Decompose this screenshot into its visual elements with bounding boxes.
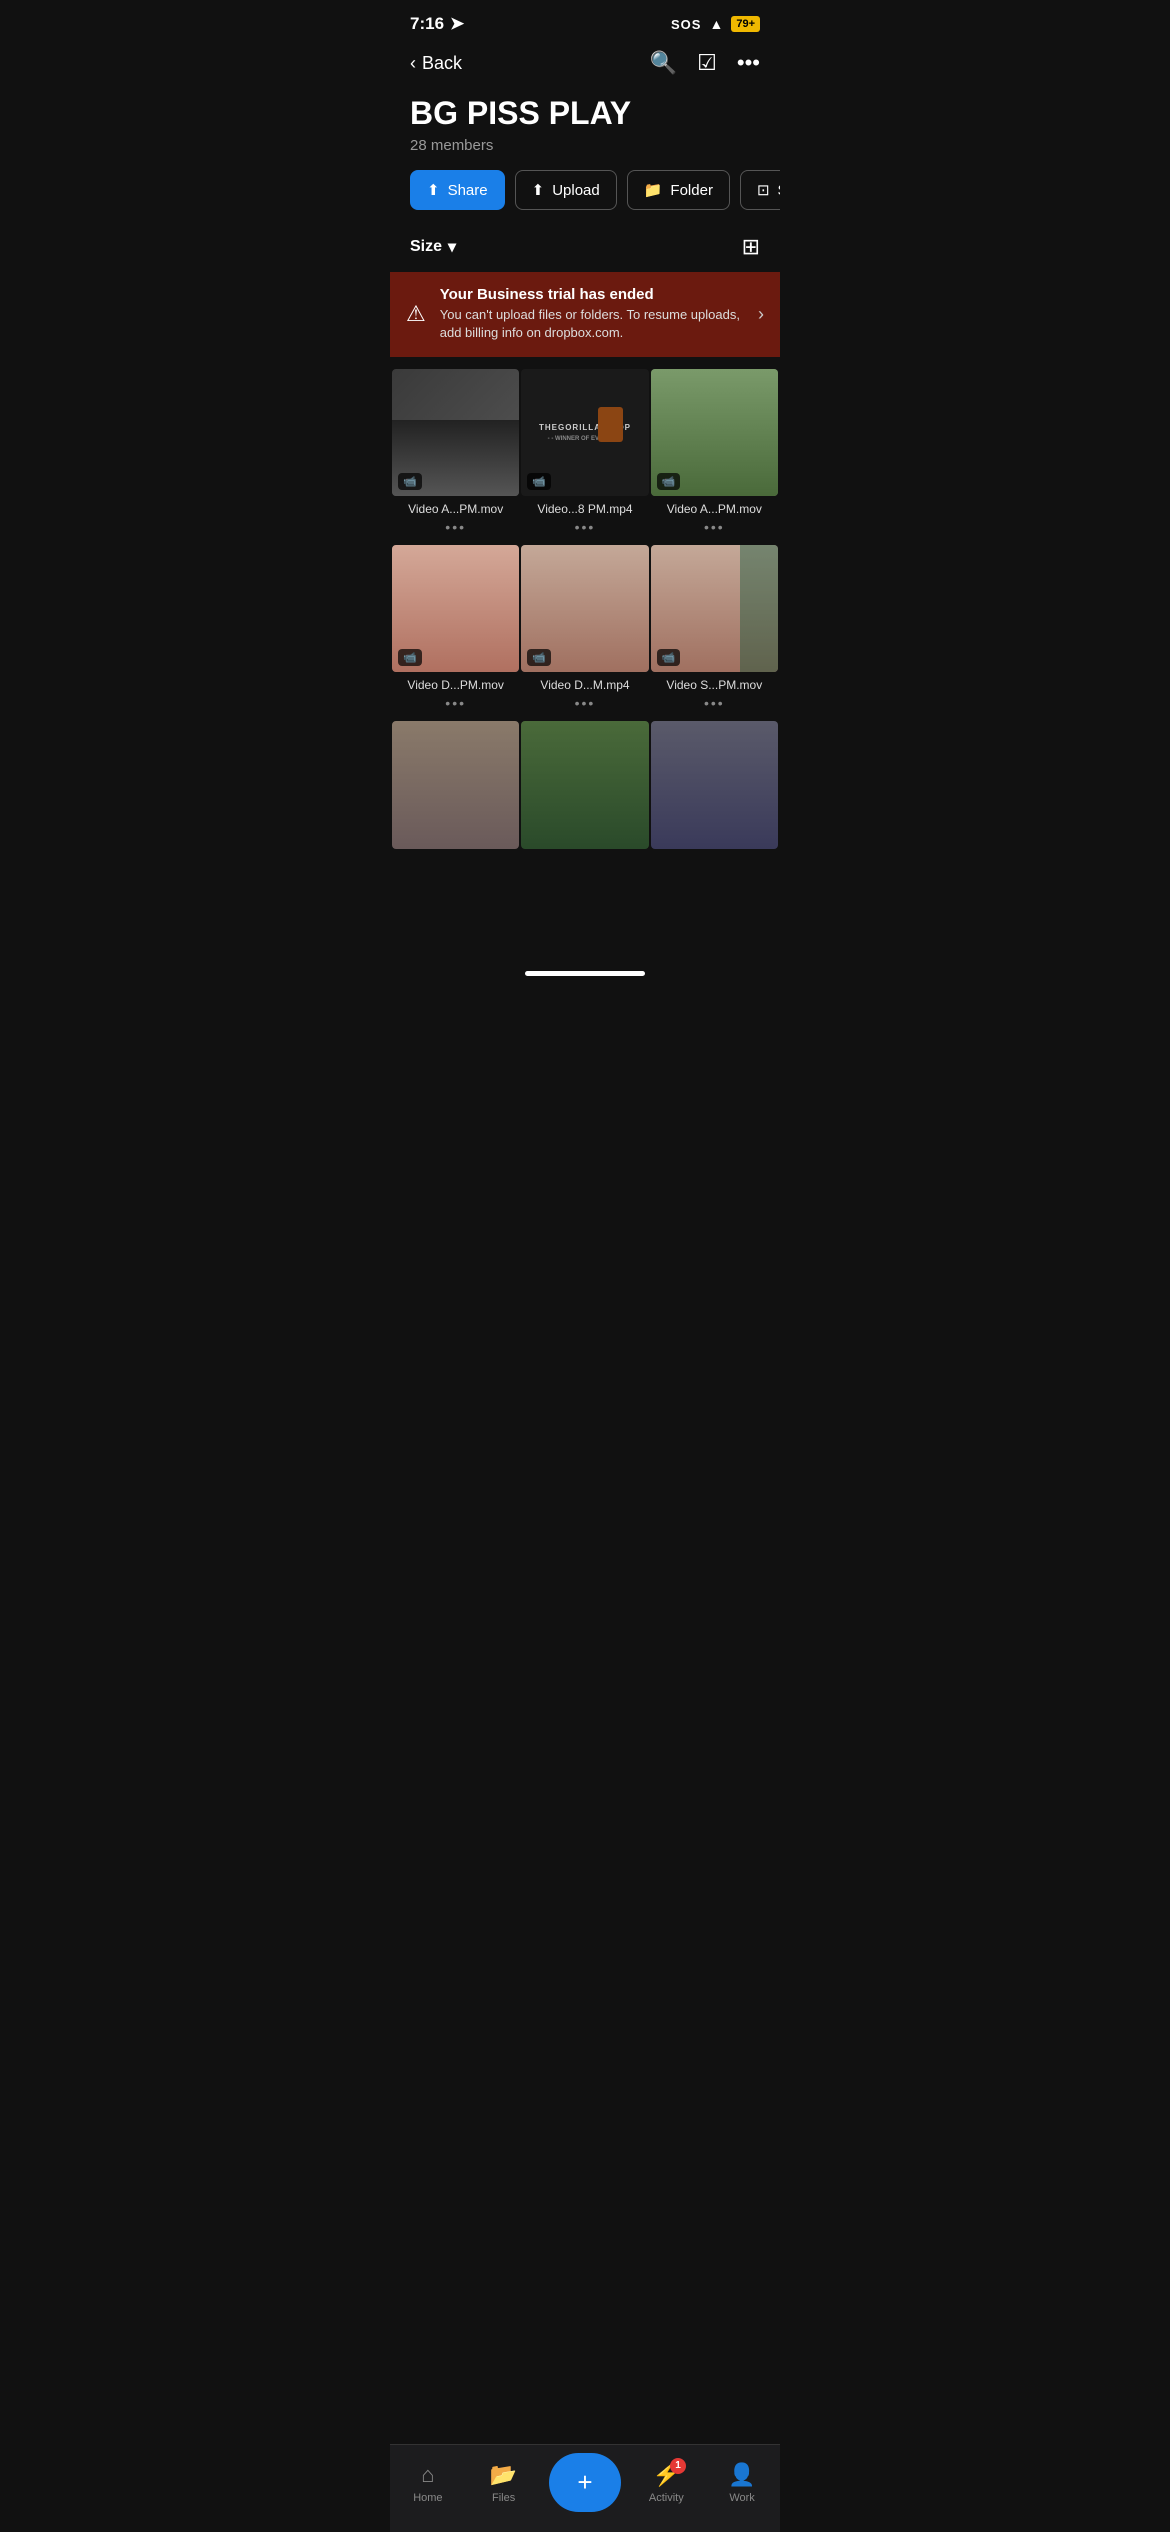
member-count: 28 members bbox=[410, 137, 760, 154]
file-item[interactable] bbox=[521, 721, 648, 862]
folder-icon: 📁 bbox=[644, 181, 663, 199]
tab-bar: ⌂ Home 📂 Files + ⚡ 1 Activity 👤 Work bbox=[390, 2444, 780, 2532]
file-item[interactable] bbox=[651, 721, 778, 862]
file-more-button[interactable]: ••• bbox=[445, 695, 466, 711]
home-indicator bbox=[390, 971, 780, 1005]
file-item[interactable]: 📹 Video A...PM.mov ••• bbox=[651, 369, 778, 543]
activity-label: Activity bbox=[649, 2492, 684, 2504]
add-icon: + bbox=[577, 2467, 592, 2498]
thumbnail bbox=[521, 721, 648, 848]
video-badge: 📹 bbox=[527, 649, 551, 666]
wifi-icon: ▲ bbox=[709, 16, 723, 32]
scan-button[interactable]: ⊡ Scan bbox=[740, 170, 780, 210]
video-badge: 📹 bbox=[398, 649, 422, 666]
search-icon[interactable]: 🔍 bbox=[650, 50, 677, 76]
banner-chevron-icon: › bbox=[758, 304, 764, 325]
file-name: Video D...PM.mov bbox=[392, 678, 519, 692]
file-name: Video S...PM.mov bbox=[651, 678, 778, 692]
files-icon: 📂 bbox=[490, 2462, 517, 2488]
warning-icon: ⚠ bbox=[406, 301, 426, 327]
grid-toggle-icon[interactable]: ⊞ bbox=[742, 234, 760, 260]
thumbnail: 📹 bbox=[392, 545, 519, 672]
activity-badge: 1 bbox=[670, 2458, 686, 2474]
file-item[interactable]: 📹 Video S...PM.mov ••• bbox=[651, 545, 778, 719]
file-item[interactable]: 📹 Video D...PM.mov ••• bbox=[392, 545, 519, 719]
thumbnail: 📹 bbox=[521, 545, 648, 672]
file-name: Video...8 PM.mp4 bbox=[521, 502, 648, 516]
file-more-button[interactable]: ••• bbox=[575, 695, 596, 711]
tab-work[interactable]: 👤 Work bbox=[712, 2462, 772, 2504]
file-more-button[interactable]: ••• bbox=[575, 519, 596, 535]
share-icon: ⬆ bbox=[427, 181, 440, 199]
video-badge: 📹 bbox=[398, 473, 422, 490]
banner-title: Your Business trial has ended bbox=[440, 286, 744, 303]
sort-button[interactable]: Size ▾ bbox=[410, 237, 456, 257]
file-item[interactable]: THEGORILLA DROP - - WINNER OF EVENTS - -… bbox=[521, 369, 648, 543]
title-section: BG PISS PLAY 28 members bbox=[390, 88, 780, 170]
add-button[interactable]: + bbox=[549, 2453, 620, 2512]
time-display: 7:16 bbox=[410, 14, 444, 34]
sos-label: SOS bbox=[671, 17, 701, 32]
file-item[interactable]: 📹 Video D...M.mp4 ••• bbox=[521, 545, 648, 719]
files-grid: 📹 Video A...PM.mov ••• THEGORILLA DROP -… bbox=[390, 369, 780, 863]
video-badge: 📹 bbox=[657, 473, 681, 490]
back-button[interactable]: ‹ Back bbox=[410, 53, 462, 74]
thumbnail: 📹 bbox=[651, 369, 778, 496]
scan-label: Scan bbox=[778, 182, 780, 199]
file-more-button[interactable]: ••• bbox=[704, 695, 725, 711]
home-icon: ⌂ bbox=[421, 2462, 434, 2488]
thumbnail bbox=[651, 721, 778, 848]
file-item[interactable]: 📹 Video A...PM.mov ••• bbox=[392, 369, 519, 543]
trial-banner[interactable]: ⚠ Your Business trial has ended You can'… bbox=[390, 272, 780, 356]
sort-label-text: Size bbox=[410, 238, 442, 256]
select-icon[interactable]: ☑ bbox=[697, 50, 717, 76]
thumbnail: 📹 bbox=[651, 545, 778, 672]
file-name: Video A...PM.mov bbox=[651, 502, 778, 516]
sort-chevron-icon: ▾ bbox=[448, 237, 456, 257]
action-buttons: ⬆ Share ⬆ Upload 📁 Folder ⊡ Scan bbox=[390, 170, 780, 226]
status-bar: 7:16 ➤ SOS ▲ 79+ bbox=[390, 0, 780, 42]
share-button[interactable]: ⬆ Share bbox=[410, 170, 505, 210]
file-item[interactable] bbox=[392, 721, 519, 862]
tab-files[interactable]: 📂 Files bbox=[474, 2462, 534, 2504]
sort-bar: Size ▾ ⊞ bbox=[390, 226, 780, 272]
share-label: Share bbox=[448, 182, 488, 199]
file-more-button[interactable]: ••• bbox=[704, 519, 725, 535]
home-label: Home bbox=[413, 2492, 442, 2504]
thumbnail bbox=[392, 721, 519, 848]
tab-home[interactable]: ⌂ Home bbox=[398, 2462, 458, 2504]
thumbnail: THEGORILLA DROP - - WINNER OF EVENTS - -… bbox=[521, 369, 648, 496]
folder-label: Folder bbox=[670, 182, 713, 199]
back-label: Back bbox=[422, 53, 462, 74]
file-more-button[interactable]: ••• bbox=[445, 519, 466, 535]
upload-label: Upload bbox=[552, 182, 600, 199]
back-chevron-icon: ‹ bbox=[410, 53, 416, 74]
scan-icon: ⊡ bbox=[757, 181, 770, 199]
more-icon[interactable]: ••• bbox=[737, 50, 760, 76]
thumbnail: 📹 bbox=[392, 369, 519, 496]
location-icon: ➤ bbox=[450, 14, 464, 34]
files-label: Files bbox=[492, 2492, 515, 2504]
work-icon: 👤 bbox=[728, 2462, 755, 2488]
upload-icon: ⬆ bbox=[532, 181, 545, 199]
tab-activity[interactable]: ⚡ 1 Activity bbox=[636, 2462, 696, 2504]
video-badge: 📹 bbox=[657, 649, 681, 666]
work-label: Work bbox=[729, 2492, 754, 2504]
file-name: Video A...PM.mov bbox=[392, 502, 519, 516]
folder-button[interactable]: 📁 Folder bbox=[627, 170, 730, 210]
battery-indicator: 79+ bbox=[731, 16, 760, 32]
file-name: Video D...M.mp4 bbox=[521, 678, 648, 692]
folder-title: BG PISS PLAY bbox=[410, 96, 760, 131]
video-badge: 📹 bbox=[527, 473, 551, 490]
upload-button[interactable]: ⬆ Upload bbox=[515, 170, 617, 210]
nav-bar: ‹ Back 🔍 ☑ ••• bbox=[390, 42, 780, 88]
banner-subtitle: You can't upload files or folders. To re… bbox=[440, 306, 744, 342]
